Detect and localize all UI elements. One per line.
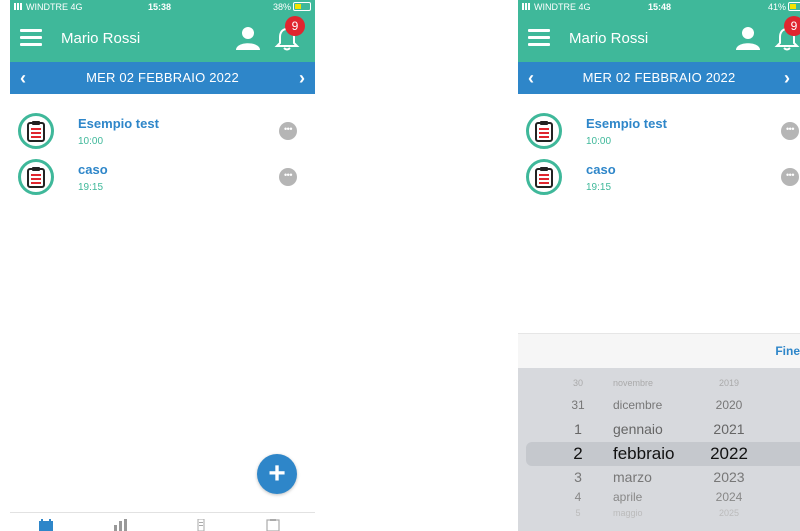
chevron-right-icon[interactable]: › <box>784 62 790 94</box>
chevron-right-icon[interactable]: › <box>299 62 305 94</box>
current-date: MER 02 FEBBRAIO 2022 <box>86 70 239 85</box>
add-event-button[interactable]: + <box>257 454 297 494</box>
notification-badge: 9 <box>784 16 800 36</box>
event-title: Esempio test <box>586 116 667 131</box>
clipboard-icon <box>526 113 562 149</box>
battery-icon <box>293 2 311 11</box>
profile-icon[interactable] <box>235 26 261 50</box>
phone-screen-left: WINDTRE 4G 15:38 38% Mario Rossi 9 ‹ MER… <box>10 0 315 531</box>
status-bar: WINDTRE 4G 15:48 41% <box>518 0 800 14</box>
carrier-label: WINDTRE 4G <box>522 2 591 12</box>
picker-year-option[interactable]: 2020 <box>704 398 754 412</box>
menu-icon[interactable] <box>528 29 550 46</box>
chart-icon[interactable] <box>113 519 129 531</box>
more-options-button[interactable]: ••• <box>279 168 297 186</box>
picker-year-option[interactable]: 2019 <box>704 378 754 388</box>
signal-icon <box>14 3 24 10</box>
clipboard-icon[interactable] <box>265 519 281 531</box>
picker-month-option[interactable]: dicembre <box>613 398 713 412</box>
calendar-icon[interactable] <box>38 519 54 531</box>
battery-status: 41% <box>768 2 800 12</box>
more-options-button[interactable]: ••• <box>781 122 799 140</box>
picker-day-option[interactable]: 30 <box>563 378 593 388</box>
picker-day-option[interactable]: 1 <box>563 421 593 437</box>
current-date: MER 02 FEBBRAIO 2022 <box>582 70 736 85</box>
status-bar: WINDTRE 4G 15:38 38% <box>10 0 315 14</box>
picker-day-option[interactable]: 31 <box>563 398 593 412</box>
picker-day-option[interactable]: 4 <box>563 490 593 504</box>
bottom-tab-bar <box>10 512 315 531</box>
event-time: 19:15 <box>586 182 612 193</box>
event-time: 10:00 <box>78 136 104 147</box>
event-item[interactable]: Esempio test 10:00 ••• <box>10 108 315 154</box>
picker-month-option[interactable]: novembre <box>613 378 713 388</box>
chevron-left-icon[interactable]: ‹ <box>528 62 534 94</box>
event-time: 19:15 <box>78 182 104 193</box>
document-icon[interactable] <box>193 519 209 531</box>
event-title: caso <box>586 162 616 177</box>
picker-day-option[interactable]: 3 <box>563 469 593 485</box>
event-item[interactable]: caso 19:15 ••• <box>518 154 800 200</box>
event-item[interactable]: caso 19:15 ••• <box>10 154 315 200</box>
picker-year-option[interactable]: 2024 <box>704 490 754 504</box>
picker-year-option[interactable]: 2025 <box>704 508 754 518</box>
picker-month-option[interactable]: maggio <box>613 508 713 518</box>
clipboard-icon <box>18 113 54 149</box>
app-header: Mario Rossi 9 <box>518 14 800 62</box>
phone-screen-right: WINDTRE 4G 15:48 41% Mario Rossi 9 ‹ MER… <box>518 0 800 531</box>
chevron-left-icon[interactable]: ‹ <box>20 62 26 94</box>
carrier-label: WINDTRE 4G <box>14 2 83 12</box>
more-options-button[interactable]: ••• <box>279 122 297 140</box>
menu-icon[interactable] <box>20 29 42 46</box>
date-picker-wheel[interactable]: 30 31 1 2 3 4 5 novembre dicembre gennaio febbrai… <box>518 368 800 531</box>
picker-month-option[interactable]: aprile <box>613 490 713 504</box>
profile-icon[interactable] <box>735 26 761 50</box>
app-header: Mario Rossi 9 <box>10 14 315 62</box>
battery-icon <box>788 2 800 11</box>
event-item[interactable]: Esempio test 10:00 ••• <box>518 108 800 154</box>
picker-year-option[interactable]: 2023 <box>704 469 754 485</box>
picker-month-option[interactable]: marzo <box>613 469 713 485</box>
user-name: Mario Rossi <box>569 30 649 47</box>
date-navigation-bar: ‹ MER 02 FEBBRAIO 2022 › <box>10 62 315 94</box>
date-navigation-bar: ‹ MER 02 FEBBRAIO 2022 › <box>518 62 800 94</box>
done-button[interactable]: Fine <box>775 344 800 358</box>
clipboard-icon <box>18 159 54 195</box>
status-time: 15:38 <box>148 2 172 12</box>
picker-day-option[interactable]: 5 <box>563 508 593 518</box>
notification-badge: 9 <box>285 16 305 36</box>
event-title: Esempio test <box>78 116 159 131</box>
picker-year-option[interactable]: 2021 <box>704 421 754 437</box>
picker-month-option[interactable]: febbraio <box>613 444 713 464</box>
more-options-button[interactable]: ••• <box>781 168 799 186</box>
battery-status: 38% <box>273 2 311 12</box>
status-time: 15:48 <box>648 2 672 12</box>
clipboard-icon <box>526 159 562 195</box>
picker-toolbar: Fine <box>518 333 800 368</box>
picker-day-option[interactable]: 2 <box>563 444 593 464</box>
signal-icon <box>522 3 532 10</box>
picker-month-option[interactable]: gennaio <box>613 421 713 437</box>
user-name: Mario Rossi <box>61 30 141 47</box>
event-time: 10:00 <box>586 136 612 147</box>
picker-year-option[interactable]: 2022 <box>704 444 754 464</box>
event-title: caso <box>78 162 108 177</box>
